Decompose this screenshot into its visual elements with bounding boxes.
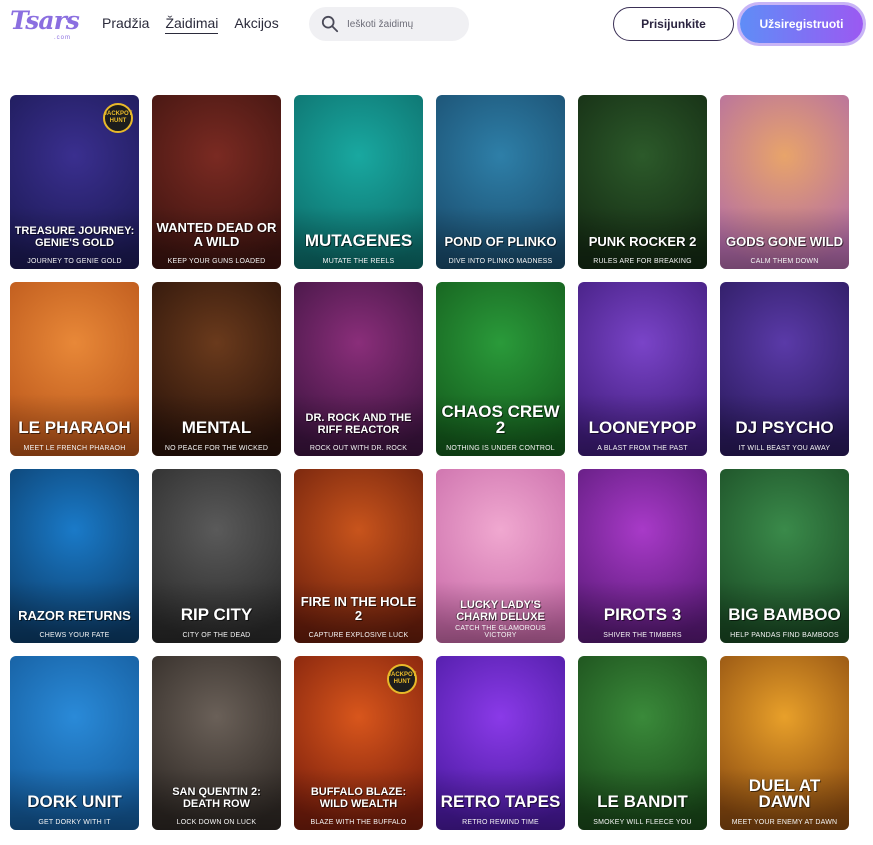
game-card[interactable]: LooneyPop A blast from the past <box>578 282 707 456</box>
game-card[interactable]: Punk Rocker 2 Rules are for breaking <box>578 95 707 269</box>
game-title: Fire in the Hole 2 <box>300 594 417 623</box>
game-card[interactable]: DJ Psycho It will beast you away <box>720 282 849 456</box>
game-card[interactable]: Lucky Lady's Charm Deluxe Catch the glamo… <box>436 469 565 643</box>
game-tagline: Keep your guns loaded <box>167 258 266 265</box>
game-title: Rip City <box>180 605 253 624</box>
game-tagline: Shiver the timbers <box>603 632 682 639</box>
game-tagline: Blaze with the buffalo <box>310 819 407 826</box>
game-title: Wanted Dead or a Wild <box>156 220 277 249</box>
top-header: Tsars .com Pradžia Žaidimai Akcijos Pris… <box>0 0 873 48</box>
game-title: Le Bandit <box>597 792 688 811</box>
game-card[interactable]: Pirots 3 Shiver the timbers <box>578 469 707 643</box>
game-title: Le Pharaoh <box>18 418 131 437</box>
game-title: LooneyPop <box>588 418 697 437</box>
game-card[interactable]: Razor Returns Chews your fate <box>10 469 139 643</box>
game-card[interactable]: Wanted Dead or a Wild Keep your guns load… <box>152 95 281 269</box>
game-tagline: Chews your fate <box>39 632 110 639</box>
game-title: Pond of Plinko <box>444 234 557 249</box>
register-button[interactable]: Užsiregistruoti <box>740 5 863 43</box>
game-card[interactable]: Mental No peace for the wicked <box>152 282 281 456</box>
game-title: Treasure Journey: Genie's Gold <box>14 225 135 249</box>
game-card[interactable]: Gods Gone Wild Calm them down <box>720 95 849 269</box>
game-card[interactable]: Rip City City of the dead <box>152 469 281 643</box>
search-input[interactable] <box>347 18 457 30</box>
game-tagline: It will beast you away <box>738 445 831 452</box>
game-grid: JACKPOT HUNT Treasure Journey: Genie's Go… <box>10 95 852 830</box>
game-title: Mutagenes <box>304 231 413 250</box>
game-card[interactable]: Dr. Rock and the Riff Reactor Rock out wi… <box>294 282 423 456</box>
search-box[interactable] <box>309 7 469 41</box>
nav-item-promotions[interactable]: Akcijos <box>234 15 278 34</box>
game-tagline: Dive into Plinko madness <box>448 258 553 265</box>
game-tagline: Calm them down <box>750 258 819 265</box>
tsars-logo[interactable]: Tsars .com <box>10 6 80 46</box>
game-tagline: Rock out with Dr. Rock <box>309 445 408 452</box>
game-tagline: Rules are for breaking <box>593 258 692 265</box>
search-icon <box>321 15 339 33</box>
game-tagline: Journey to Genie Gold <box>27 258 122 265</box>
nav-item-home[interactable]: Pradžia <box>102 15 149 34</box>
game-card[interactable]: Retro Tapes Retro rewind time <box>436 656 565 830</box>
game-title: Duel at Dawn <box>748 776 821 811</box>
game-title: Dork Unit <box>27 792 122 811</box>
logo-text: Tsars <box>10 6 80 35</box>
game-card[interactable]: Big Bamboo Help pandas find bamboos <box>720 469 849 643</box>
game-title: Mental <box>181 418 252 437</box>
game-title: Pirots 3 <box>603 605 682 624</box>
game-title: Gods Gone Wild <box>726 234 843 249</box>
game-tagline: Meet your enemy at dawn <box>731 819 838 826</box>
game-title: Buffalo Blaze: Wild Wealth <box>310 786 407 810</box>
game-tagline: Lock down on luck <box>176 819 257 826</box>
game-tagline: A blast from the past <box>597 445 688 452</box>
main-nav: Pradžia Žaidimai Akcijos <box>102 15 279 34</box>
game-title: Dr. Rock and the Riff Reactor <box>305 412 412 436</box>
jackpot-hunt-badge: JACKPOT HUNT <box>103 103 133 133</box>
game-tagline: No peace for the wicked <box>164 445 269 452</box>
game-title: Punk Rocker 2 <box>588 234 697 249</box>
jackpot-hunt-badge: JACKPOT HUNT <box>387 664 417 694</box>
game-card[interactable]: Pond of Plinko Dive into Plinko madness <box>436 95 565 269</box>
game-title: Big Bamboo <box>728 605 841 624</box>
game-card[interactable]: Fire in the Hole 2 Capture explosive luck <box>294 469 423 643</box>
game-card[interactable]: Chaos Crew 2 Nothing is under control <box>436 282 565 456</box>
game-tagline: Catch the glamorous victory <box>455 625 546 639</box>
game-card[interactable]: Dork Unit Get dorky with it <box>10 656 139 830</box>
game-tagline: City of the dead <box>182 632 251 639</box>
game-tagline: Capture explosive luck <box>308 632 409 639</box>
game-title: Retro Tapes <box>440 792 561 811</box>
game-card[interactable]: Le Pharaoh Meet Le French Pharaoh <box>10 282 139 456</box>
game-card[interactable]: Le Bandit Smokey will fleece you <box>578 656 707 830</box>
game-card[interactable]: JACKPOT HUNT Treasure Journey: Genie's Go… <box>10 95 139 269</box>
game-tagline: Meet Le French Pharaoh <box>23 445 126 452</box>
logo-subtext: .com <box>54 35 72 41</box>
game-tagline: Get dorky with it <box>38 819 111 826</box>
game-card[interactable]: San Quentin 2: Death Row Lock down on luc… <box>152 656 281 830</box>
game-tagline: Retro rewind time <box>462 819 539 826</box>
game-title: Lucky Lady's Charm Deluxe <box>456 599 545 623</box>
game-tagline: Mutate the reels <box>322 258 395 265</box>
game-title: Razor Returns <box>18 608 131 623</box>
nav-item-games[interactable]: Žaidimai <box>165 15 219 34</box>
game-tagline: Help pandas find bamboos <box>730 632 839 639</box>
login-button[interactable]: Prisijunkite <box>613 7 734 41</box>
game-tagline: Smokey will fleece you <box>593 819 692 826</box>
game-tagline: Nothing is under control <box>446 445 555 452</box>
game-card[interactable]: Mutagenes Mutate the reels <box>294 95 423 269</box>
game-card[interactable]: JACKPOT HUNT Buffalo Blaze: Wild Wealth Bl… <box>294 656 423 830</box>
game-title: DJ Psycho <box>735 418 834 437</box>
game-card[interactable]: Duel at Dawn Meet your enemy at dawn <box>720 656 849 830</box>
game-title: San Quentin 2: Death Row <box>172 786 261 810</box>
game-title: Chaos Crew 2 <box>441 402 560 437</box>
